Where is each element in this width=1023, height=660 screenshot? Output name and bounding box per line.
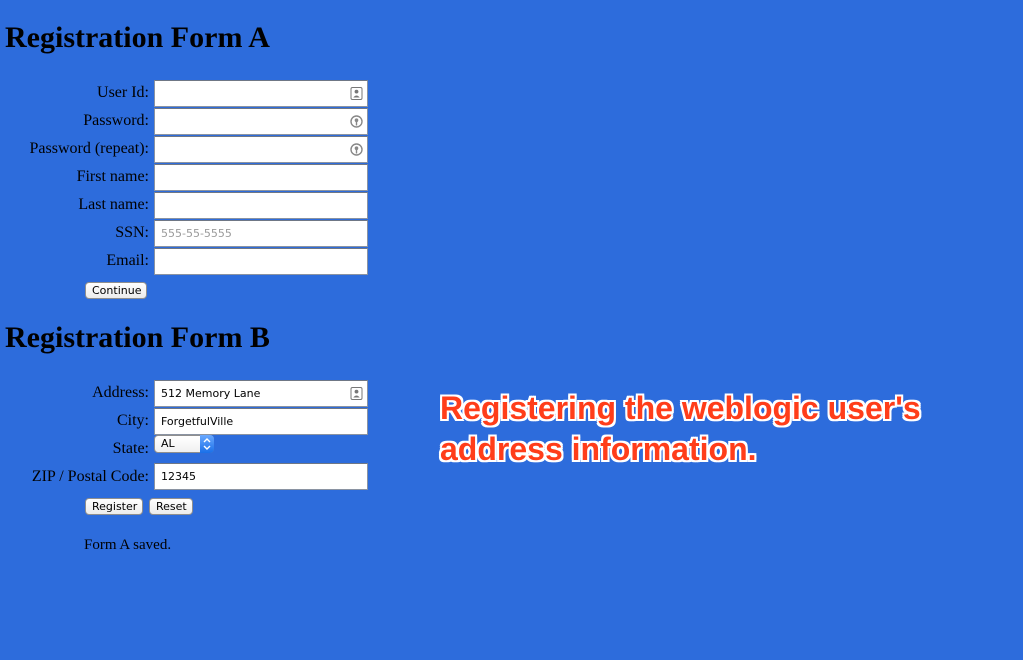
status-message: Form A saved.: [84, 537, 172, 553]
password-label: Password:: [83, 112, 149, 129]
zip-field-box[interactable]: [154, 463, 368, 490]
user-id-input[interactable]: [155, 81, 367, 106]
last-name-label: Last name:: [78, 196, 149, 213]
user-id-field-box[interactable]: [154, 80, 368, 107]
register-button[interactable]: Register: [85, 498, 143, 515]
city-input[interactable]: [155, 409, 367, 434]
password-key-icon[interactable]: [350, 143, 363, 156]
last-name-input[interactable]: [155, 193, 367, 218]
last-name-field-box[interactable]: [154, 192, 368, 219]
password-repeat-label: Password (repeat):: [29, 140, 149, 157]
city-field-box[interactable]: [154, 408, 368, 435]
password-repeat-input[interactable]: [155, 137, 367, 162]
first-name-field-box[interactable]: [154, 164, 368, 191]
address-label: Address:: [92, 384, 149, 401]
email-input[interactable]: [155, 249, 367, 274]
ssn-input[interactable]: [155, 221, 367, 246]
user-id-label: User Id:: [97, 84, 149, 101]
password-repeat-field-box[interactable]: [154, 136, 368, 163]
continue-button[interactable]: Continue: [85, 282, 147, 299]
state-label: State:: [112, 440, 149, 457]
annotation-caption: Registering the weblogic user's address …: [440, 388, 1000, 470]
annotation-line-2: address information.: [440, 431, 757, 467]
contact-card-icon[interactable]: [350, 387, 363, 400]
city-label: City:: [116, 412, 149, 429]
password-field-box[interactable]: [154, 108, 368, 135]
annotation-line-1: Registering the weblogic user's: [440, 390, 921, 426]
contact-card-icon[interactable]: [350, 87, 363, 100]
password-key-icon[interactable]: [350, 115, 363, 128]
password-input[interactable]: [155, 109, 367, 134]
address-field-box[interactable]: [154, 380, 368, 407]
email-label: Email:: [106, 252, 149, 269]
form-a-title: Registration Form A: [5, 21, 270, 54]
reset-button[interactable]: Reset: [149, 498, 193, 515]
ssn-field-box[interactable]: [154, 220, 368, 247]
ssn-label: SSN:: [115, 224, 149, 241]
first-name-input[interactable]: [155, 165, 367, 190]
zip-label: ZIP / Postal Code:: [31, 468, 149, 485]
email-field-box[interactable]: [154, 248, 368, 275]
form-b-title: Registration Form B: [5, 321, 270, 354]
state-select-value: AL: [161, 437, 175, 450]
first-name-label: First name:: [76, 168, 149, 185]
select-arrows-icon: [200, 435, 214, 453]
address-input[interactable]: [155, 381, 367, 406]
zip-input[interactable]: [155, 464, 367, 489]
state-select[interactable]: AL: [154, 435, 214, 453]
